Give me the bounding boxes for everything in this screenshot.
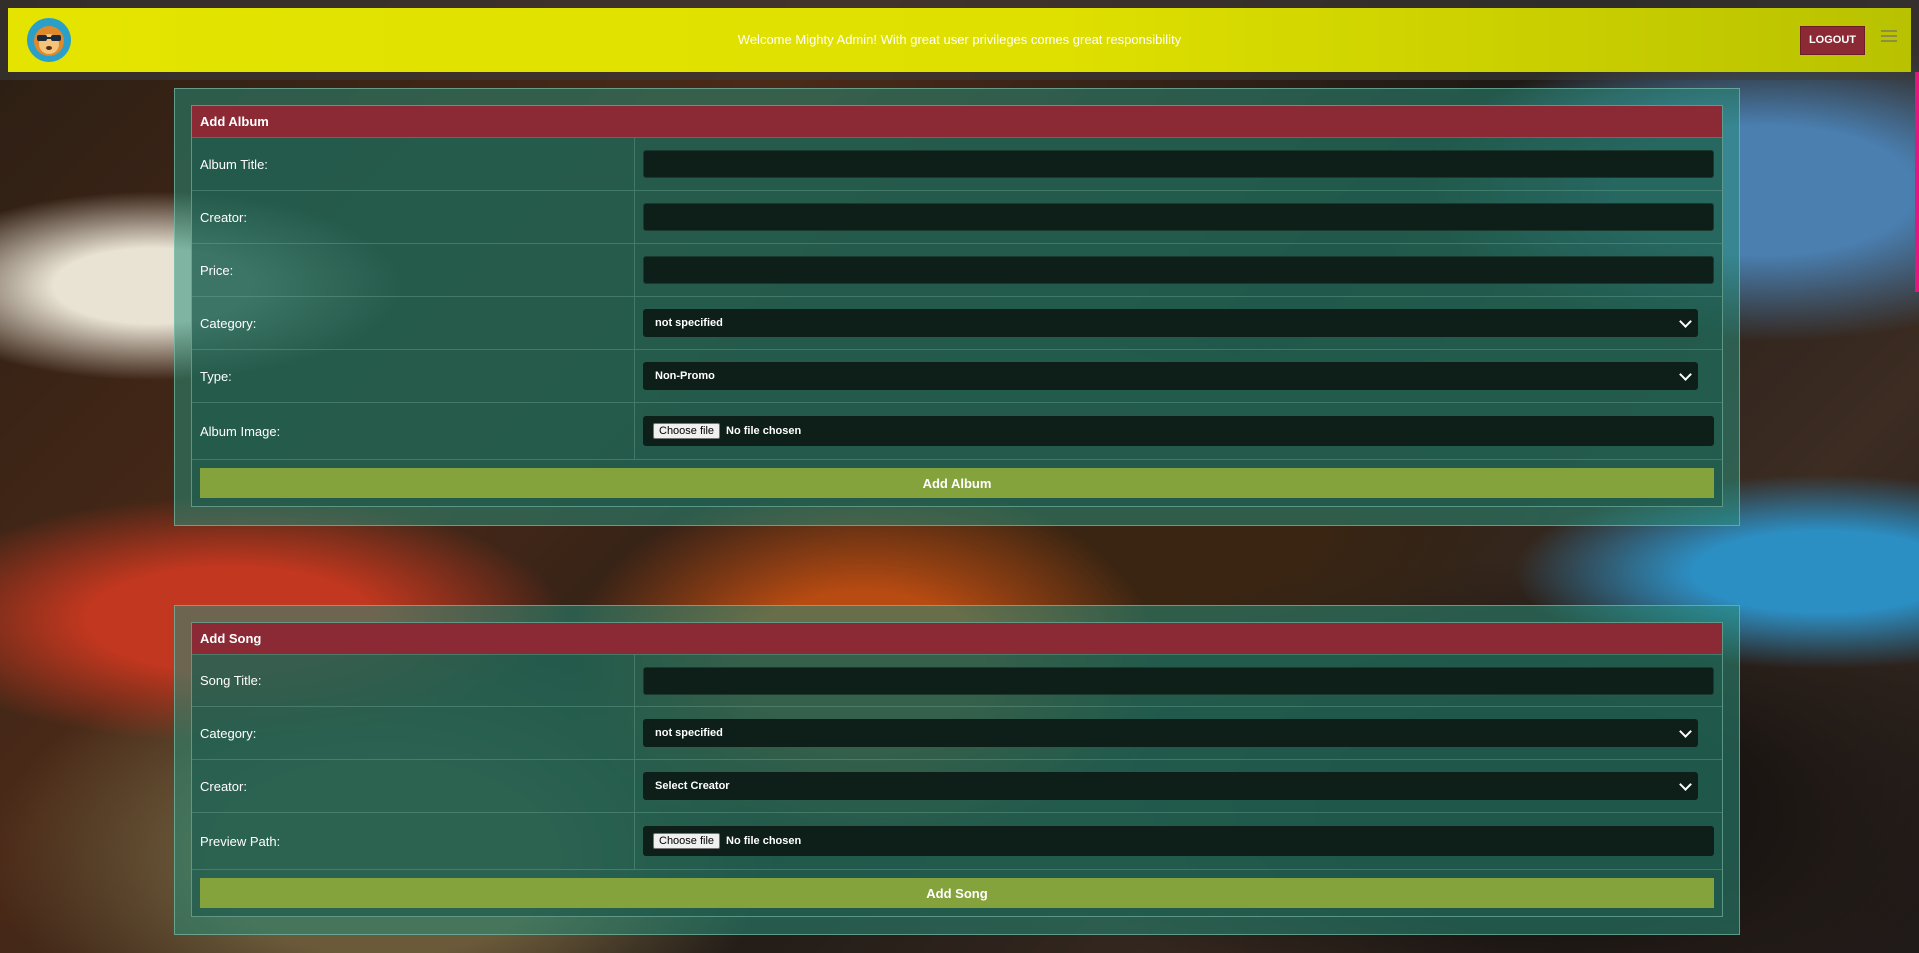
song-title-input[interactable] xyxy=(643,666,1714,695)
add-album-form: Add Album Album Title: Creator: Price: C… xyxy=(191,105,1723,507)
album-image-row: Album Image: Choose file No file chosen xyxy=(192,402,1722,459)
album-title-label: Album Title: xyxy=(192,138,635,190)
add-song-form: Add Song Song Title: Category: not speci… xyxy=(191,622,1723,917)
song-title-row: Song Title: xyxy=(192,654,1722,706)
welcome-message: Welcome Mighty Admin! With great user pr… xyxy=(737,32,1182,47)
album-type-row: Type: Non-Promo xyxy=(192,349,1722,402)
album-title-row: Album Title: xyxy=(192,137,1722,190)
album-image-label: Album Image: xyxy=(192,403,635,459)
album-title-input[interactable] xyxy=(643,150,1714,178)
song-category-select[interactable]: not specified xyxy=(643,719,1698,747)
song-preview-label: Preview Path: xyxy=(192,813,635,869)
add-album-button[interactable]: Add Album xyxy=(200,468,1714,498)
logout-button[interactable]: LOGOUT xyxy=(1799,26,1865,55)
song-submit-row: Add Song xyxy=(192,869,1722,916)
album-price-label: Price: xyxy=(192,244,635,296)
hamburger-menu-icon[interactable] xyxy=(1881,30,1897,44)
scrollbar-thumb[interactable] xyxy=(1915,72,1919,292)
album-creator-label: Creator: xyxy=(192,191,635,243)
album-type-label: Type: xyxy=(192,350,635,402)
top-bar: Welcome Mighty Admin! With great user pr… xyxy=(8,8,1911,72)
chevron-down-icon xyxy=(1679,778,1692,791)
add-song-panel: Add Song Song Title: Category: not speci… xyxy=(174,605,1740,935)
song-preview-row: Preview Path: Choose file No file chosen xyxy=(192,812,1722,869)
song-preview-file-input[interactable]: Choose file No file chosen xyxy=(643,826,1714,856)
album-price-input[interactable] xyxy=(643,256,1714,284)
album-category-select[interactable]: not specified xyxy=(643,309,1698,337)
album-price-row: Price: xyxy=(192,243,1722,296)
add-song-button[interactable]: Add Song xyxy=(200,878,1714,908)
album-image-file-input[interactable]: Choose file No file chosen xyxy=(643,416,1714,446)
album-category-row: Category: not specified xyxy=(192,296,1722,349)
song-creator-label: Creator: xyxy=(192,760,635,812)
song-file-status: No file chosen xyxy=(726,835,802,847)
album-type-value: Non-Promo xyxy=(655,370,715,382)
add-album-header: Add Album xyxy=(192,106,1722,137)
album-submit-row: Add Album xyxy=(192,459,1722,506)
album-file-status: No file chosen xyxy=(726,425,802,437)
song-category-label: Category: xyxy=(192,707,635,759)
chevron-down-icon xyxy=(1679,315,1692,328)
album-creator-row: Creator: xyxy=(192,190,1722,243)
song-title-label: Song Title: xyxy=(192,655,635,706)
album-type-select[interactable]: Non-Promo xyxy=(643,362,1698,390)
song-choose-file-button[interactable]: Choose file xyxy=(653,833,721,849)
chevron-down-icon xyxy=(1679,368,1692,381)
song-category-row: Category: not specified xyxy=(192,706,1722,759)
album-choose-file-button[interactable]: Choose file xyxy=(653,423,721,439)
song-creator-row: Creator: Select Creator xyxy=(192,759,1722,812)
song-creator-select[interactable]: Select Creator xyxy=(643,772,1698,800)
album-category-value: not specified xyxy=(655,317,723,329)
add-album-panel: Add Album Album Title: Creator: Price: C… xyxy=(174,88,1740,526)
song-category-value: not specified xyxy=(655,727,723,739)
album-category-label: Category: xyxy=(192,297,635,349)
add-song-header: Add Song xyxy=(192,623,1722,654)
chevron-down-icon xyxy=(1679,725,1692,738)
album-creator-input[interactable] xyxy=(643,203,1714,231)
song-creator-value: Select Creator xyxy=(655,780,730,792)
